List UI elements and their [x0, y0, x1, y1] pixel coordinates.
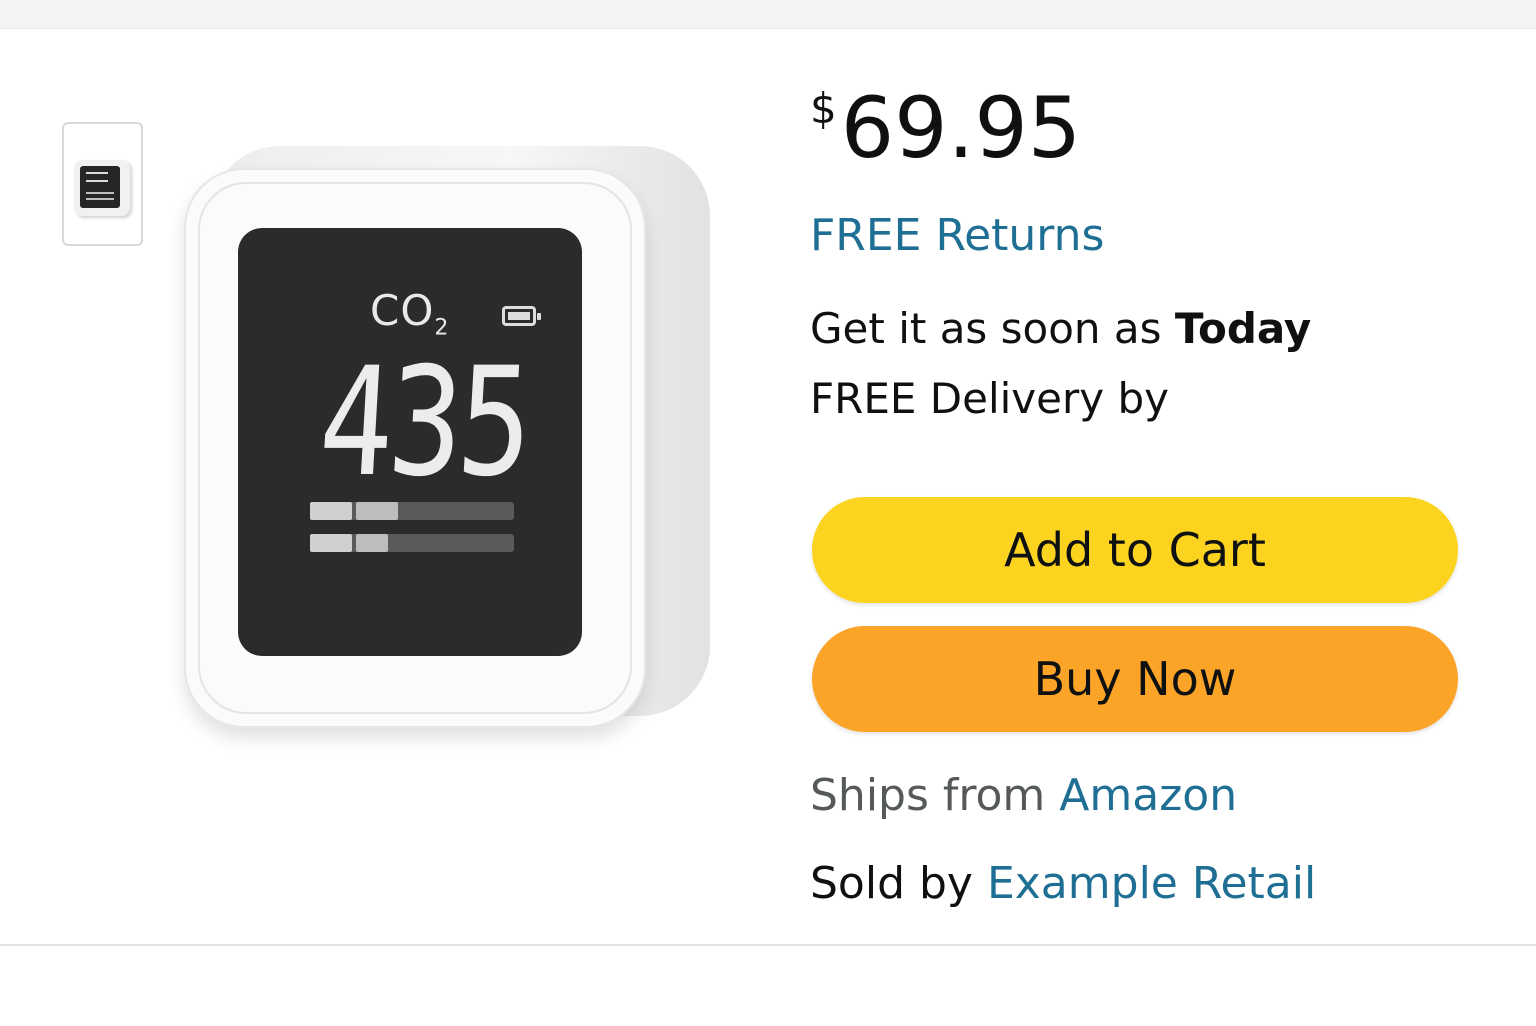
ships-from-label: Ships from [810, 770, 1046, 821]
bottom-divider [0, 944, 1536, 1026]
thumbnail-screen [80, 166, 120, 208]
sold-by: Sold by Example Retail [810, 858, 1316, 909]
currency-symbol: $ [810, 84, 837, 133]
device-front: CO2 435 [184, 168, 646, 728]
product-thumbnail[interactable] [62, 122, 143, 246]
co2-reading: 435 [314, 336, 533, 510]
delivery-estimate: Get it as soon as Today [810, 304, 1311, 353]
free-delivery-text: FREE Delivery by [810, 374, 1169, 423]
ships-from-link[interactable]: Amazon [1059, 770, 1237, 821]
top-bar [0, 0, 1536, 29]
thumbnail-device-image [74, 160, 130, 216]
main-product-image[interactable]: CO2 435 [180, 140, 720, 730]
co2-label: CO2 [370, 286, 450, 341]
ships-from: Ships from Amazon [810, 770, 1237, 821]
battery-icon [502, 306, 541, 326]
price-value: 69.95 [840, 79, 1082, 177]
delivery-prefix: Get it as soon as [810, 304, 1162, 353]
delivery-day: Today [1174, 304, 1312, 353]
sold-by-label: Sold by [810, 858, 973, 909]
level-bar-1 [310, 502, 514, 520]
free-returns-link[interactable]: FREE Returns [810, 210, 1104, 261]
add-to-cart-button[interactable]: Add to Cart [812, 497, 1458, 603]
level-bar-2 [310, 534, 514, 552]
device-screen: CO2 435 [238, 228, 582, 656]
buy-now-button[interactable]: Buy Now [812, 626, 1458, 732]
product-price: $69.95 [810, 86, 1081, 170]
sold-by-link[interactable]: Example Retail [987, 858, 1316, 909]
